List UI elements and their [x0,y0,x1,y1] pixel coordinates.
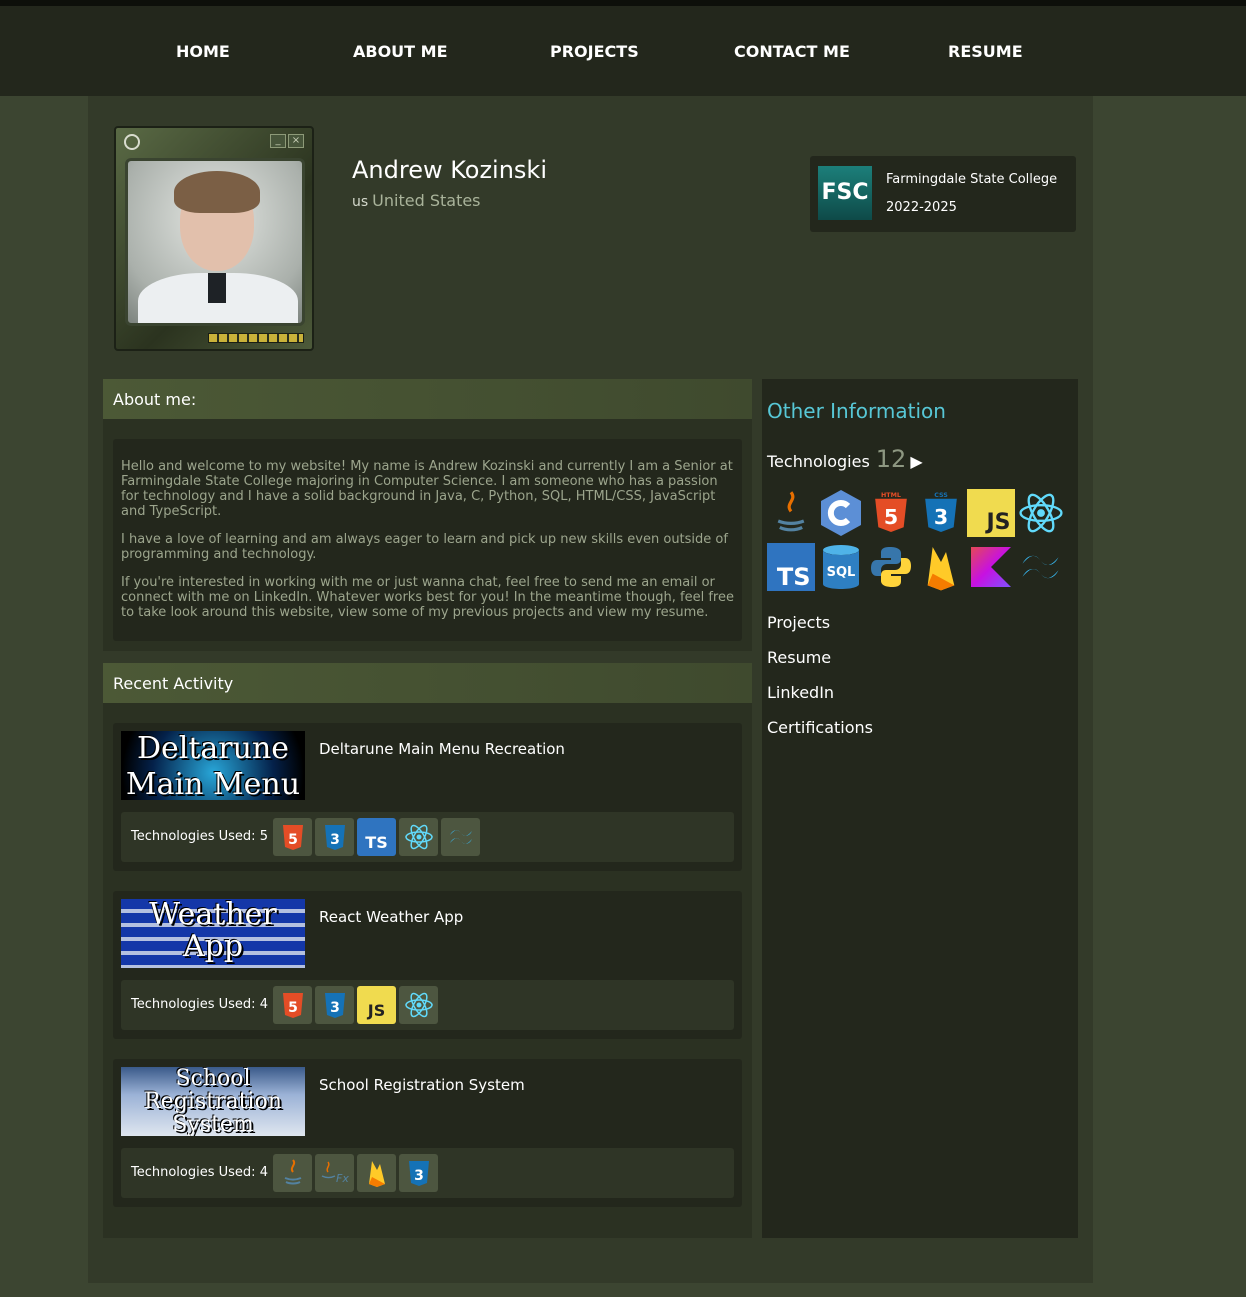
technologies-used-label: Technologies Used: 4 [131,997,268,1012]
project-thumbnail[interactable]: Weather App [121,899,305,968]
tailwind-icon [441,818,480,856]
nav-home[interactable]: HOME [176,42,230,61]
recent-activity-section: Deltarune Main Menu Deltarune Main Menu … [103,703,752,1238]
technologies-used-row: Technologies Used: 4 5 3 JS [121,980,734,1030]
close-icon: × [288,134,304,148]
nav-about-me[interactable]: ABOUT ME [353,42,448,61]
sql-icon: SQL [816,541,865,593]
svg-text:3: 3 [330,1000,340,1016]
svg-text:5: 5 [883,505,897,529]
svg-text:3: 3 [330,832,340,848]
technologies-label: Technologies [767,452,870,471]
nav-projects[interactable]: PROJECTS [550,42,639,61]
technology-icons: 5 3 TS [273,818,480,856]
firebase-icon [357,1154,396,1192]
typescript-icon: TS [357,818,396,856]
avatar-frame-knob [124,134,140,150]
svg-text:SQL: SQL [826,565,855,580]
education-card[interactable]: FSC Farmingdale State College 2022-2025 [810,156,1076,232]
profile-country: us United States [352,191,481,210]
javascript-icon: JS [357,986,396,1024]
project-thumbnail[interactable]: Deltarune Main Menu [121,731,305,800]
project-title[interactable]: React Weather App [319,908,463,926]
project-title[interactable]: School Registration System [319,1076,525,1094]
firebase-icon [916,541,965,593]
javafx-icon: Fx [315,1154,354,1192]
sidebar-title: Other Information [767,399,946,423]
java-icon [766,487,815,539]
sidebar-link-certifications[interactable]: Certifications [767,718,873,737]
avatar: _ × [114,126,314,351]
svg-text:CSS: CSS [934,492,948,499]
svg-text:Fx: Fx [336,1172,349,1185]
sidebar-link-projects[interactable]: Projects [767,613,830,632]
technologies-used-row: Technologies Used: 5 5 3 TS [121,812,734,862]
school-logo: FSC [818,166,872,220]
technology-icons: 5 3 JS [273,986,438,1024]
school-name: Farmingdale State College [886,172,1058,187]
technologies-count: 12 [875,445,907,473]
react-icon [1016,487,1065,539]
nav-resume[interactable]: RESUME [948,42,1023,61]
c-icon [816,487,865,539]
activity-card[interactable]: Weather App React Weather App Technologi… [113,891,742,1039]
technologies-used-label: Technologies Used: 4 [131,1165,268,1180]
avatar-photo [125,158,305,326]
navbar: HOME ABOUT ME PROJECTS CONTACT ME RESUME [0,6,1246,96]
play-arrow-icon[interactable]: ▶ [910,452,922,471]
kotlin-icon [966,541,1015,593]
css3-icon: 3 [315,818,354,856]
html5-icon: 5 [273,986,312,1024]
technologies-used-label: Technologies Used: 5 [131,829,268,844]
html5-icon: 5 [273,818,312,856]
svg-text:5: 5 [288,832,298,848]
school-years: 2022-2025 [886,200,957,215]
about-header: About me: [103,379,752,419]
nav-contact-me[interactable]: CONTACT ME [734,42,850,61]
svg-text:3: 3 [933,505,947,529]
about-text: Hello and welcome to my website! My name… [113,439,742,641]
react-icon [399,818,438,856]
svg-text:HTML: HTML [881,492,901,499]
css3-icon: 3 [315,986,354,1024]
tailwind-icon [1016,541,1065,593]
css3-icon: 3 [399,1154,438,1192]
technologies-used-row: Technologies Used: 4 Fx 3 [121,1148,734,1198]
profile-name: Andrew Kozinski [352,156,547,184]
react-icon [399,986,438,1024]
project-thumbnail[interactable]: School Registration System [121,1067,305,1136]
typescript-icon: TS [766,541,815,593]
technologies-heading[interactable]: Technologies 12 ▶ [767,445,923,473]
about-paragraph: I have a love of learning and am always … [121,532,728,562]
avatar-level-bar [208,333,304,343]
recent-activity-header: Recent Activity [103,663,752,703]
activity-card[interactable]: School Registration System School Regist… [113,1059,742,1207]
about-section: Hello and welcome to my website! My name… [103,419,752,651]
profile-page: _ × Andrew Kozinski us United States FSC … [88,96,1093,1283]
technologies-grid: HTML 5 CSS 3 JS TS SQL [766,487,1072,593]
sidebar-link-resume[interactable]: Resume [767,648,831,667]
minimize-icon: _ [270,134,286,148]
css3-icon: CSS 3 [916,487,965,539]
svg-text:5: 5 [288,1000,298,1016]
country-name: United States [372,191,481,210]
java-icon [273,1154,312,1192]
about-paragraph: If you're interested in working with me … [121,575,734,620]
other-information-sidebar: Other Information Technologies 12 ▶ HTML 5 … [762,379,1078,1238]
avatar-frame-buttons: _ × [270,134,304,148]
activity-card[interactable]: Deltarune Main Menu Deltarune Main Menu … [113,723,742,871]
python-icon [866,541,915,593]
svg-text:3: 3 [414,1168,424,1184]
sidebar-link-linkedin[interactable]: LinkedIn [767,683,834,702]
about-paragraph: Hello and welcome to my website! My name… [121,459,733,519]
technology-icons: Fx 3 [273,1154,438,1192]
html5-icon: HTML 5 [866,487,915,539]
country-flag-icon: us [352,194,369,210]
project-title[interactable]: Deltarune Main Menu Recreation [319,740,565,758]
javascript-icon: JS [966,487,1015,539]
